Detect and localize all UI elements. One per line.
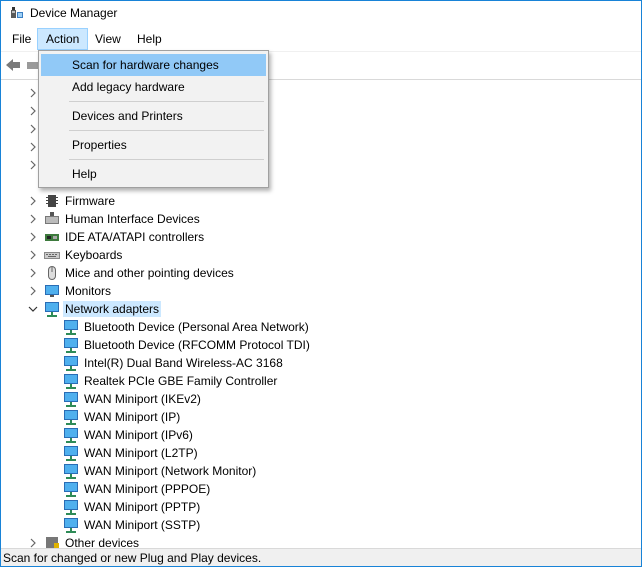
network-adapter-icon bbox=[64, 482, 78, 497]
network-adapter-icon bbox=[64, 338, 78, 353]
back-arrow-icon[interactable] bbox=[5, 57, 21, 73]
firmware-chip-icon bbox=[46, 195, 58, 207]
category-label: Keyboards bbox=[65, 248, 123, 262]
network-adapter-icon bbox=[64, 356, 78, 371]
chevron-right-icon[interactable] bbox=[27, 285, 39, 297]
network-adapter-item[interactable]: Bluetooth Device (Personal Area Network) bbox=[1, 318, 641, 336]
menu-item-scan-hardware[interactable]: Scan for hardware changes bbox=[41, 54, 266, 76]
category-label: Monitors bbox=[65, 284, 112, 298]
tree-category-firmware[interactable]: Firmware bbox=[1, 192, 641, 210]
tree-category-hid[interactable]: Human Interface Devices bbox=[1, 210, 641, 228]
network-adapter-icon bbox=[64, 500, 78, 515]
network-adapter-icon bbox=[64, 410, 78, 425]
menu-help[interactable]: Help bbox=[129, 28, 170, 50]
network-adapter-item[interactable]: Intel(R) Dual Band Wireless-AC 3168 bbox=[1, 354, 641, 372]
adapter-label: WAN Miniport (SSTP) bbox=[84, 518, 201, 532]
chevron-right-icon[interactable] bbox=[27, 249, 39, 261]
ide-controller-icon bbox=[45, 234, 59, 241]
network-adapter-item[interactable]: WAN Miniport (IPv6) bbox=[1, 426, 641, 444]
menu-view[interactable]: View bbox=[87, 28, 129, 50]
chevron-right-icon[interactable] bbox=[27, 537, 39, 548]
menu-separator bbox=[69, 130, 264, 131]
chevron-down-icon[interactable] bbox=[27, 303, 39, 315]
network-adapter-item[interactable]: WAN Miniport (IKEv2) bbox=[1, 390, 641, 408]
network-adapter-icon bbox=[64, 374, 78, 389]
category-label: Network adapters bbox=[63, 301, 162, 317]
monitor-icon bbox=[45, 285, 59, 297]
adapter-label: WAN Miniport (IP) bbox=[84, 410, 181, 424]
device-manager-icon bbox=[11, 7, 23, 18]
title-bar[interactable]: Device Manager bbox=[1, 1, 641, 27]
other-devices-icon bbox=[46, 537, 59, 548]
adapter-label: WAN Miniport (IKEv2) bbox=[84, 392, 201, 406]
menu-item-devices-printers[interactable]: Devices and Printers bbox=[41, 105, 266, 127]
category-label: Firmware bbox=[65, 194, 115, 208]
adapter-label: WAN Miniport (L2TP) bbox=[84, 446, 198, 460]
network-adapter-item[interactable]: WAN Miniport (IP) bbox=[1, 408, 641, 426]
tree-category-mice[interactable]: Mice and other pointing devices bbox=[1, 264, 641, 282]
chevron-right-icon[interactable] bbox=[27, 231, 39, 243]
chevron-right-icon[interactable] bbox=[27, 195, 39, 207]
network-adapter-icon bbox=[64, 320, 78, 335]
status-text: Scan for changed or new Plug and Play de… bbox=[3, 551, 262, 565]
network-adapter-item[interactable]: WAN Miniport (PPPOE) bbox=[1, 480, 641, 498]
adapter-label: WAN Miniport (Network Monitor) bbox=[84, 464, 257, 478]
network-adapter-item[interactable]: WAN Miniport (SSTP) bbox=[1, 516, 641, 534]
adapter-label: Realtek PCIe GBE Family Controller bbox=[84, 374, 278, 388]
tree-category-keyboards[interactable]: Keyboards bbox=[1, 246, 641, 264]
category-label: Human Interface Devices bbox=[65, 212, 200, 226]
menu-item-add-legacy-hardware[interactable]: Add legacy hardware bbox=[41, 76, 266, 98]
keyboard-icon bbox=[44, 252, 60, 259]
tree-category-monitors[interactable]: Monitors bbox=[1, 282, 641, 300]
category-label: IDE ATA/ATAPI controllers bbox=[65, 230, 205, 244]
menu-item-properties[interactable]: Properties bbox=[41, 134, 266, 156]
network-adapter-item[interactable]: Bluetooth Device (RFCOMM Protocol TDI) bbox=[1, 336, 641, 354]
adapter-label: Intel(R) Dual Band Wireless-AC 3168 bbox=[84, 356, 283, 370]
network-adapter-icon bbox=[64, 464, 78, 479]
tree-category-network-adapters[interactable]: Network adapters bbox=[1, 300, 641, 318]
menu-file[interactable]: File bbox=[4, 28, 39, 50]
device-manager-window: Device Manager File Action View Help Fir… bbox=[0, 0, 642, 567]
action-menu-dropdown: Scan for hardware changes Add legacy har… bbox=[38, 50, 269, 188]
network-adapter-item[interactable]: WAN Miniport (Network Monitor) bbox=[1, 462, 641, 480]
status-bar: Scan for changed or new Plug and Play de… bbox=[1, 548, 641, 566]
window-title: Device Manager bbox=[30, 6, 118, 20]
tree-category-ide[interactable]: IDE ATA/ATAPI controllers bbox=[1, 228, 641, 246]
chevron-right-icon[interactable] bbox=[27, 213, 39, 225]
network-adapter-item[interactable]: WAN Miniport (L2TP) bbox=[1, 444, 641, 462]
network-adapter-item[interactable]: WAN Miniport (PPTP) bbox=[1, 498, 641, 516]
network-adapter-icon bbox=[64, 518, 78, 533]
mouse-icon bbox=[48, 266, 56, 280]
network-adapter-icon bbox=[64, 428, 78, 443]
hid-keyboard-icon bbox=[45, 212, 59, 224]
adapter-label: Bluetooth Device (RFCOMM Protocol TDI) bbox=[84, 338, 310, 352]
category-label: Other devices bbox=[65, 536, 140, 548]
menu-bar: File Action View Help bbox=[1, 28, 641, 50]
tree-category-other-devices[interactable]: Other devices bbox=[1, 534, 641, 548]
menu-separator bbox=[69, 159, 264, 160]
menu-item-help[interactable]: Help bbox=[41, 163, 266, 185]
adapter-label: WAN Miniport (PPTP) bbox=[84, 500, 201, 514]
network-adapter-icon bbox=[64, 446, 78, 461]
network-adapter-item[interactable]: Realtek PCIe GBE Family Controller bbox=[1, 372, 641, 390]
adapter-label: Bluetooth Device (Personal Area Network) bbox=[84, 320, 309, 334]
network-adapter-icon bbox=[45, 302, 59, 317]
menu-action[interactable]: Action bbox=[37, 28, 89, 50]
menu-separator bbox=[69, 101, 264, 102]
adapter-label: WAN Miniport (IPv6) bbox=[84, 428, 193, 442]
category-label: Mice and other pointing devices bbox=[65, 266, 234, 280]
chevron-right-icon[interactable] bbox=[27, 267, 39, 279]
network-adapter-icon bbox=[64, 392, 78, 407]
adapter-label: WAN Miniport (PPPOE) bbox=[84, 482, 211, 496]
